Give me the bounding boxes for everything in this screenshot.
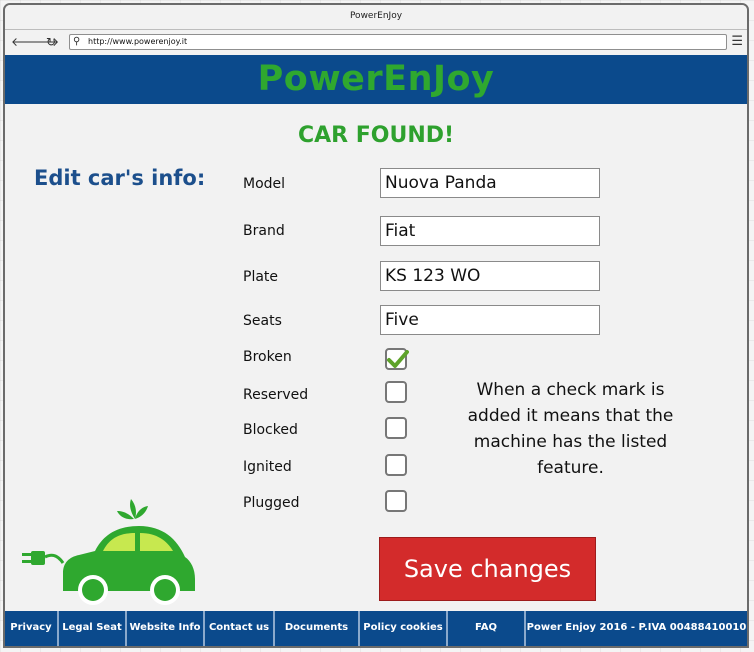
- blocked-label: Blocked: [243, 422, 298, 438]
- reserved-checkbox[interactable]: [385, 381, 407, 403]
- brand-field[interactable]: Fiat: [380, 216, 600, 246]
- site-header: PowerEnJoy: [5, 55, 747, 104]
- plugged-label: Plugged: [243, 495, 300, 511]
- page-title: CAR FOUND!: [297, 123, 455, 148]
- blocked-checkbox[interactable]: [385, 417, 407, 439]
- plate-label: Plate: [243, 269, 279, 285]
- model-field[interactable]: Nuova Panda: [380, 168, 600, 198]
- footer-link-faq[interactable]: FAQ: [448, 611, 526, 646]
- model-label: Model: [243, 176, 286, 192]
- broken-label: Broken: [243, 349, 292, 365]
- site-footer: Privacy Legal Seat Website Info Contact …: [5, 611, 747, 646]
- checkbox-hint-text: When a check mark is added it means that…: [467, 380, 674, 478]
- refresh-icon[interactable]: ↻: [46, 34, 56, 50]
- seats-label: Seats: [243, 313, 282, 329]
- footer-link-legal-seat[interactable]: Legal Seat: [59, 611, 127, 646]
- checkmark-icon: [387, 350, 409, 368]
- plate-field[interactable]: KS 123 WO: [380, 261, 600, 291]
- menu-icon[interactable]: ☰: [731, 34, 743, 50]
- reserved-label: Reserved: [243, 387, 309, 403]
- window-title: PowerEnJoy: [5, 5, 747, 29]
- footer-link-policy-cookies[interactable]: Policy cookies: [360, 611, 448, 646]
- seats-field[interactable]: Five: [380, 305, 600, 335]
- footer-link-website-info[interactable]: Website Info: [127, 611, 205, 646]
- footer-link-privacy[interactable]: Privacy: [5, 611, 59, 646]
- url-text: http://www.powerenjoy.it: [88, 37, 188, 46]
- footer-link-documents[interactable]: Documents: [275, 611, 360, 646]
- brand-label: Brand: [243, 223, 285, 239]
- site-logo[interactable]: PowerEnJoy: [5, 59, 747, 99]
- save-button[interactable]: Save changes: [379, 537, 596, 601]
- address-bar: 🡐 🡒 ↻ ⚲ http://www.powerenjoy.it ☰: [5, 29, 747, 56]
- plugged-checkbox[interactable]: [385, 490, 407, 512]
- edit-section-title: Edit car's info:: [34, 166, 206, 190]
- search-icon: ⚲: [73, 36, 81, 47]
- browser-window: PowerEnJoy 🡐 🡒 ↻ ⚲ http://www.powerenjoy…: [3, 3, 749, 648]
- footer-copyright: Power Enjoy 2016 - P.IVA 00488410010: [526, 622, 747, 633]
- ignited-checkbox[interactable]: [385, 454, 407, 476]
- url-input[interactable]: ⚲ http://www.powerenjoy.it: [69, 34, 727, 50]
- electric-car-icon: [22, 499, 195, 605]
- footer-link-contact-us[interactable]: Contact us: [205, 611, 275, 646]
- broken-checkbox[interactable]: [385, 348, 409, 370]
- ignited-label: Ignited: [243, 459, 292, 475]
